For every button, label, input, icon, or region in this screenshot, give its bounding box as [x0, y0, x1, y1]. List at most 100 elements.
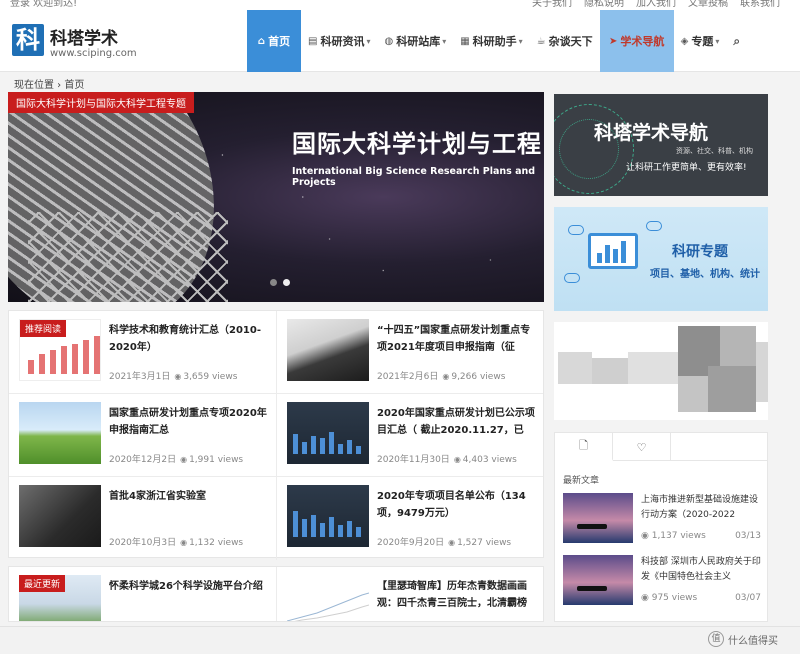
article-thumbnail[interactable]: 最近更新	[19, 575, 101, 621]
footer-strip	[0, 626, 800, 654]
article-meta: 2021年2月6日 ◉ 9,266 views	[377, 369, 505, 382]
article-title[interactable]: 国家重点研发计划重点专项2020年申报指南汇总	[109, 405, 267, 439]
document-icon[interactable]: 🗋	[555, 433, 613, 461]
article-thumbnail[interactable]: 推荐阅读	[19, 319, 101, 381]
chevron-down-icon: ▾	[518, 36, 523, 46]
top-link-contact[interactable]: 联系我们	[740, 0, 780, 9]
carousel-dots	[270, 279, 290, 286]
nav-topics[interactable]: ◈ 专题 ▾	[674, 10, 727, 72]
top-left-text[interactable]: 登录 欢迎到达!	[10, 0, 77, 9]
views-value: 975 views	[651, 593, 698, 603]
nav-talk[interactable]: ☕ 杂谈天下	[530, 10, 600, 72]
pixel-block	[558, 352, 592, 384]
latest-post[interactable]: 上海市推进新型基础设施建设行动方案（2020-2022 ◉ 1,137 view…	[563, 493, 761, 551]
pixel-block	[756, 342, 768, 402]
pixel-block	[678, 376, 708, 412]
article-views: 4,403 views	[462, 455, 517, 465]
article-card[interactable]: 首批4家浙江省实验室 2020年10月3日 ◉ 1,132 views	[9, 477, 276, 560]
article-card[interactable]: 2020年专项项目名单公布（134项，9479万元） 2020年9月20日 ◉ 1,…	[276, 477, 543, 560]
site-header: 科 科塔学术 www.sciping.com ⌂ 首页 ▤ 科研资讯 ▾ ◍ 科研站库 ▾…	[0, 10, 800, 72]
eye-icon: ◉	[453, 455, 461, 464]
site-url: www.sciping.com	[50, 48, 137, 59]
post-thumbnail[interactable]	[563, 493, 633, 543]
hero-banner[interactable]: 国际大科学计划与国际大科学工程专题 国际大科学计划与工程 Internation…	[8, 92, 544, 302]
sidebar-tabbar: 🗋 ♡	[555, 433, 767, 461]
article-thumbnail[interactable]	[19, 402, 101, 464]
top-link-join[interactable]: 加入我们	[636, 0, 676, 9]
search-icon[interactable]: ⌕	[726, 10, 747, 72]
latest-post[interactable]: 科技部 深圳市人民政府关于印发《中国特色社会主义 ◉ 975 views 03/…	[563, 555, 761, 613]
article-title[interactable]: 首批4家浙江省实验室	[109, 488, 267, 505]
article-date: 2020年12月2日	[109, 455, 177, 465]
post-thumbnail[interactable]	[563, 555, 633, 605]
post-views: ◉ 975 views	[641, 593, 697, 603]
post-date: 03/13	[735, 531, 761, 541]
nav-label: 科研资讯	[320, 35, 365, 48]
article-title[interactable]: 科学技术和教育统计汇总（2010-2020年）	[109, 322, 267, 356]
pixel-block	[708, 366, 756, 412]
article-thumbnail[interactable]	[19, 485, 101, 547]
article-title[interactable]: 怀柔科学城26个科学设施平台介绍	[109, 578, 267, 595]
article-date: 2021年2月6日	[377, 372, 439, 382]
nav-academic-navigation[interactable]: ➤ 学术导航	[599, 10, 674, 72]
post-date: 03/07	[735, 593, 761, 603]
top-link-submit[interactable]: 文章投稿	[688, 0, 728, 9]
article-card[interactable]: 【里瑟琦智库】历年杰青数据画画观：四千杰青三百院士，北清霸榜	[276, 567, 543, 621]
post-title[interactable]: 科技部 深圳市人民政府关于印发《中国特色社会主义	[641, 555, 761, 585]
eye-icon: ◉	[641, 531, 652, 541]
site-name[interactable]: 科塔学术	[50, 24, 118, 49]
top-link-privacy[interactable]: 隐私说明	[584, 0, 624, 9]
site-logo[interactable]: 科	[12, 24, 44, 56]
article-thumbnail[interactable]	[287, 402, 369, 464]
nav-research-assistant[interactable]: ▦ 科研助手 ▾	[453, 10, 529, 72]
article-views: 9,266 views	[451, 372, 506, 382]
article-card[interactable]: 推荐阅读 科学技术和教育统计汇总（2010-2020年） 2021年3月1日 ◉ 3…	[9, 311, 276, 394]
chevron-down-icon: ▾	[366, 36, 371, 46]
ad-subtitle: 项目、基地、机构、统计	[650, 269, 760, 280]
carousel-dot[interactable]	[270, 279, 277, 286]
nav-research-sites[interactable]: ◍ 科研站库 ▾	[377, 10, 453, 72]
ad-pixelated-qr[interactable]	[554, 322, 768, 420]
carousel-dot-active[interactable]	[283, 279, 290, 286]
article-title[interactable]: 【里瑟琦智库】历年杰青数据画画观：四千杰青三百院士，北清霸榜	[377, 578, 535, 612]
ad-academic-navigation[interactable]: 科塔学术导航 资源、社交、科普、机构 让科研工作更简单、更有效率!	[554, 94, 768, 196]
breadcrumb: 现在位置 › 首页	[14, 80, 85, 91]
top-strip: 登录 欢迎到达! 关于我们 隐私说明 加入我们 文章投稿 联系我们	[0, 0, 800, 10]
ad-research-topics[interactable]: 科研专题 项目、基地、机构、统计	[554, 207, 768, 311]
heart-icon[interactable]: ♡	[613, 433, 671, 461]
thumbnail-line-chart	[287, 592, 369, 621]
section-title: 最新文章	[563, 476, 600, 486]
article-card[interactable]: 最近更新 怀柔科学城26个科学设施平台介绍	[9, 567, 276, 621]
article-title[interactable]: “十四五”国家重点研发计划重点专项2021年度项目申报指南（征	[377, 322, 535, 356]
article-date: 2020年10月3日	[109, 538, 177, 548]
post-views: ◉ 1,137 views	[641, 531, 706, 541]
nav-research-news[interactable]: ▤ 科研资讯 ▾	[301, 10, 377, 72]
watermark-text: 什么值得买	[728, 635, 778, 647]
grid-icon: ▦	[460, 35, 470, 47]
article-thumbnail[interactable]	[287, 319, 369, 381]
article-title[interactable]: 2020年国家重点研发计划已公示项目汇总（ 截止2020.11.27，已	[377, 405, 535, 439]
nav-home[interactable]: ⌂ 首页	[247, 10, 301, 72]
home-icon: ⌂	[257, 35, 266, 47]
post-title[interactable]: 上海市推进新型基础设施建设行动方案（2020-2022	[641, 493, 761, 523]
coffee-icon: ☕	[536, 35, 546, 47]
ad-title: 科塔学术导航	[594, 122, 709, 144]
article-meta: 2020年11月30日 ◉ 4,403 views	[377, 452, 517, 465]
article-grid: 推荐阅读 科学技术和教育统计汇总（2010-2020年） 2021年3月1日 ◉ 3…	[8, 310, 544, 560]
article-card[interactable]: 2020年国家重点研发计划已公示项目汇总（ 截止2020.11.27，已 202…	[276, 394, 543, 477]
top-link-about[interactable]: 关于我们	[532, 0, 572, 9]
article-card[interactable]: 国家重点研发计划重点专项2020年申报指南汇总 2020年12月2日 ◉ 1,991…	[9, 394, 276, 477]
watermark: 值 什么值得买	[708, 631, 778, 647]
nav-label: 首页	[268, 35, 291, 48]
article-title[interactable]: 2020年专项项目名单公布（134项，9479万元）	[377, 488, 535, 522]
watermark-logo-icon: 值	[708, 631, 724, 647]
banner-tag[interactable]: 国际大科学计划与国际大科学工程专题	[8, 92, 194, 113]
article-views: 1,991 views	[189, 455, 244, 465]
article-thumbnail[interactable]	[287, 485, 369, 547]
sidebar-widget: 🗋 ♡ 最新文章 上海市推进新型基础设施建设行动方案（2020-2022 ◉ 1…	[554, 432, 768, 622]
nav-label: 杂谈天下	[548, 35, 593, 48]
article-thumbnail[interactable]	[287, 575, 369, 621]
article-date: 2020年11月30日	[377, 455, 450, 465]
article-card[interactable]: “十四五”国家重点研发计划重点专项2021年度项目申报指南（征 2021年2月6…	[276, 311, 543, 394]
pixel-block	[592, 358, 628, 384]
